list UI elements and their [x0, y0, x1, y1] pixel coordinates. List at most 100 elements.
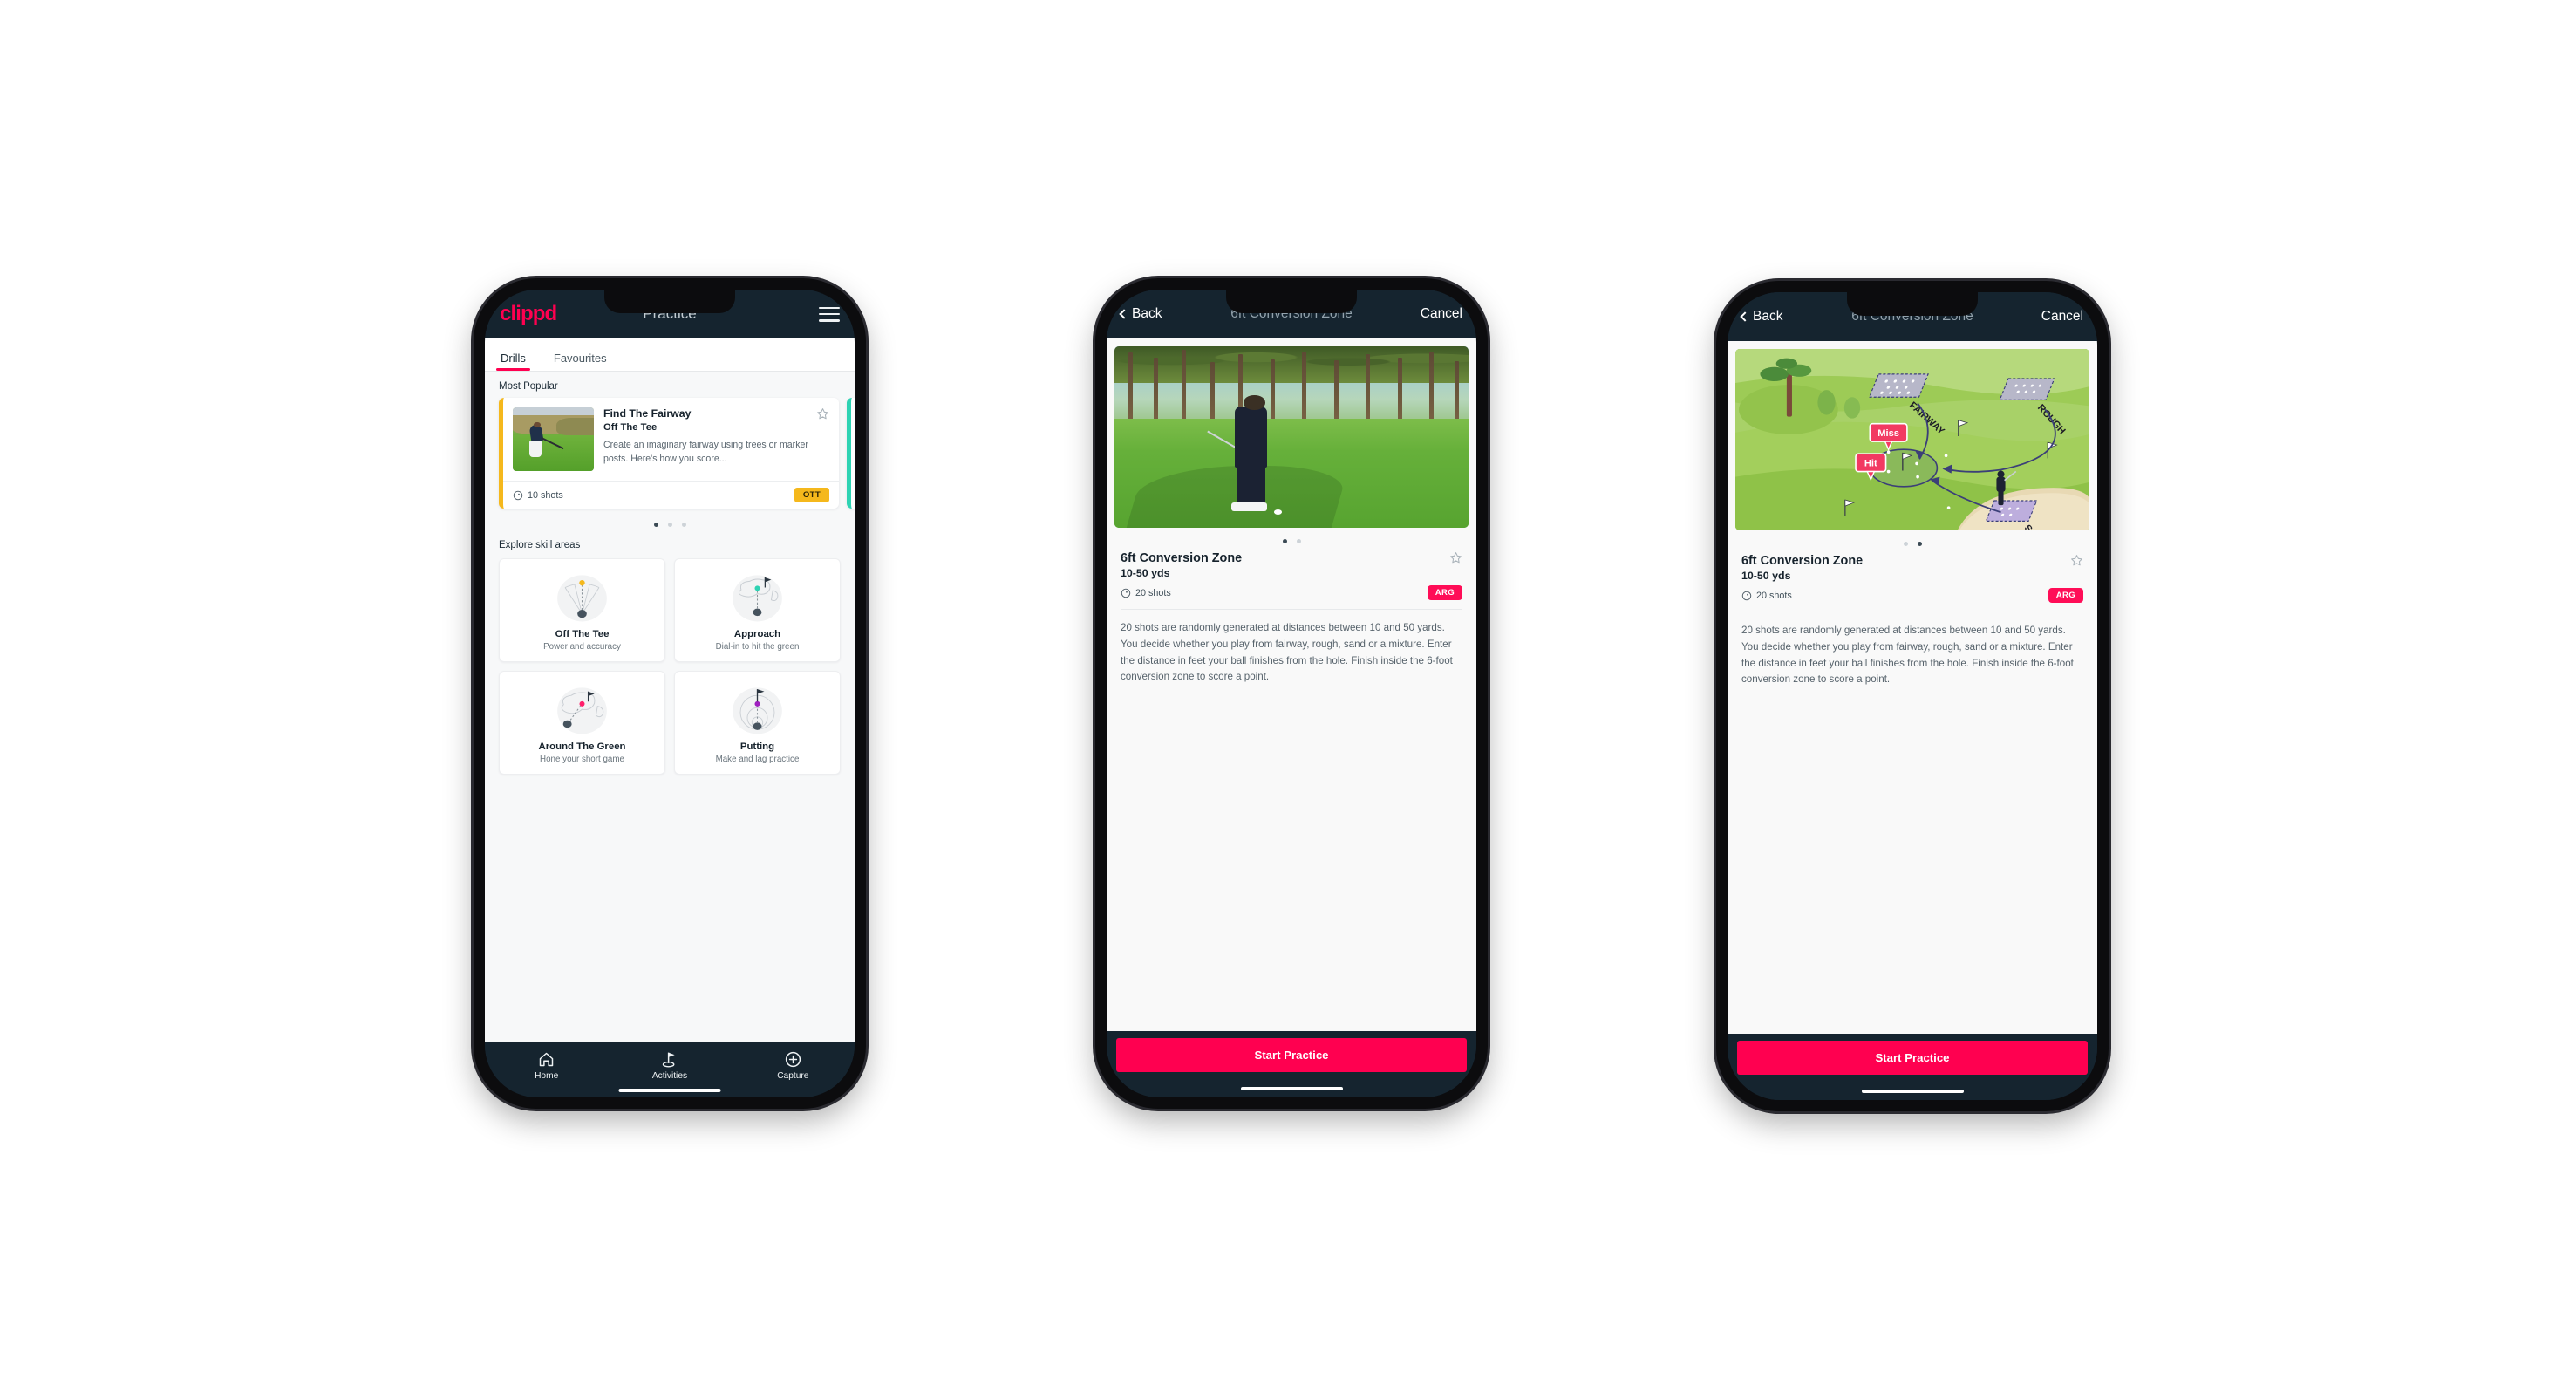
star-outline-icon[interactable] — [816, 407, 829, 420]
device-notch — [604, 290, 735, 313]
star-outline-icon[interactable] — [2070, 554, 2083, 567]
drill-description: Create an imaginary fairway using trees … — [603, 440, 808, 464]
cancel-button[interactable]: Cancel — [2041, 309, 2083, 325]
detail-meta: 6ft Conversion Zone 10-50 yds 20 shots A… — [1728, 554, 2097, 603]
around-green-icon — [557, 687, 607, 734]
skill-name: Off The Tee — [555, 629, 610, 639]
detail-title: 6ft Conversion Zone — [1741, 554, 1864, 568]
pager-dot-2[interactable] — [667, 523, 672, 527]
pager-dot-2[interactable] — [1917, 542, 1922, 546]
nav-label: Activities — [651, 1071, 688, 1081]
skill-areas-heading: Explore skill areas — [499, 540, 581, 550]
pager-dot-1[interactable] — [1282, 539, 1287, 543]
skill-desc: Dial-in to hit the green — [715, 642, 800, 652]
device-notch — [1226, 290, 1357, 313]
cancel-button[interactable]: Cancel — [1421, 306, 1462, 322]
device-notch — [1847, 292, 1978, 316]
skill-areas-grid: Off The Tee Power and accuracy Approach … — [485, 557, 855, 787]
detail-shots-label: 20 shots — [1756, 590, 1792, 601]
drill-name: Find The Fairway — [603, 407, 692, 420]
clippd-logo: clippd — [500, 302, 557, 325]
phone-1-practice-list: clippd Practice Drills Favourites Most P… — [474, 278, 866, 1109]
pager-dot-2[interactable] — [1296, 539, 1301, 543]
svg-text:Hit: Hit — [1864, 458, 1877, 468]
hero-media-illustration[interactable]: FAIRWAY ROUGH Miss Hit — [1735, 349, 2089, 530]
golf-course-diagram: FAIRWAY ROUGH Miss Hit — [1735, 349, 2089, 530]
pager-dot-1[interactable] — [1903, 542, 1908, 546]
shots-target-icon — [513, 490, 523, 500]
phone-1-screen: clippd Practice Drills Favourites Most P… — [485, 290, 855, 1097]
carousel-pager[interactable] — [485, 509, 855, 530]
chevron-left-icon — [1740, 311, 1750, 322]
drill-shots: 10 shots — [513, 490, 563, 501]
bottom-navigation: Home Activities Capture — [485, 1042, 855, 1097]
detail-shots-row: 20 shots ARG — [1121, 585, 1462, 600]
pager-dot-1[interactable] — [653, 523, 658, 527]
skill-name: Around The Green — [538, 741, 626, 752]
skill-name: Approach — [733, 629, 781, 639]
detail-description: 20 shots are randomly generated at dista… — [1121, 622, 1453, 683]
home-icon — [539, 1052, 554, 1067]
cta-container: Start Practice — [1728, 1034, 2097, 1083]
detail-description: 20 shots are randomly generated at dista… — [1741, 625, 2074, 686]
cta-container: Start Practice — [1107, 1031, 1476, 1080]
drill-skill: Off The Tee — [603, 422, 658, 434]
back-label: Back — [1753, 309, 1783, 324]
back-button[interactable]: Back — [1740, 309, 1783, 325]
pager-dot-3[interactable] — [681, 523, 686, 527]
putting-rings-icon — [733, 687, 782, 734]
skill-desc: Power and accuracy — [543, 642, 621, 652]
skill-name: Putting — [739, 741, 775, 752]
tab-bar: Drills Favourites — [485, 338, 855, 372]
drill-shots-label: 10 shots — [528, 489, 563, 501]
skill-desc: Make and lag practice — [715, 755, 800, 764]
nav-label: Home — [535, 1071, 559, 1081]
hero-media-photo[interactable] — [1114, 346, 1469, 528]
home-indicator — [1728, 1083, 2097, 1100]
screenshot-canvas: clippd Practice Drills Favourites Most P… — [0, 0, 2576, 1387]
shots-target-icon — [1741, 591, 1752, 600]
practice-scroll-area[interactable]: Most Popular Find The Fairway Off The Te… — [485, 372, 855, 1042]
skill-card-putting[interactable]: Putting Make and lag practice — [674, 671, 841, 775]
detail-shots: 20 shots — [1741, 591, 1792, 601]
home-indicator — [1107, 1080, 1476, 1097]
skill-card-around-the-green[interactable]: Around The Green Hone your short game — [499, 671, 665, 775]
detail-content: 6ft Conversion Zone 10-50 yds 20 shots A… — [1107, 338, 1476, 1031]
drill-card-footer: 10 shots OTT — [503, 481, 839, 509]
back-label: Back — [1132, 306, 1162, 321]
detail-yards: 10-50 yds — [1121, 567, 1170, 579]
nav-item-activities[interactable]: Activities — [608, 1050, 731, 1081]
hero-pager[interactable] — [1728, 530, 2097, 554]
drill-thumbnail — [513, 407, 594, 471]
detail-meta: 6ft Conversion Zone 10-50 yds 20 shots A… — [1107, 551, 1476, 600]
start-practice-button[interactable]: Start Practice — [1116, 1038, 1467, 1072]
back-button[interactable]: Back — [1119, 306, 1162, 322]
detail-shots-row: 20 shots ARG — [1741, 588, 2083, 603]
most-popular-heading: Most Popular — [499, 381, 558, 392]
hamburger-icon[interactable] — [819, 306, 840, 322]
golf-flag-icon — [663, 1052, 676, 1068]
star-outline-icon[interactable] — [1449, 551, 1462, 564]
drill-card-top: Find The Fairway Off The Tee Create an i… — [503, 398, 839, 481]
nav-item-capture[interactable]: Capture — [732, 1050, 855, 1081]
shots-target-icon — [1121, 588, 1131, 598]
skill-card-approach[interactable]: Approach Dial-in to hit the green — [674, 558, 841, 662]
drill-card-peek[interactable] — [847, 398, 855, 509]
nav-item-home[interactable]: Home — [485, 1050, 608, 1081]
tab-drills[interactable]: Drills — [496, 352, 530, 371]
plus-circle-icon — [785, 1051, 801, 1068]
start-practice-button[interactable]: Start Practice — [1737, 1041, 2088, 1075]
detail-badge-arg: ARG — [2048, 588, 2083, 603]
drill-card[interactable]: Find The Fairway Off The Tee Create an i… — [499, 398, 839, 509]
skill-card-off-the-tee[interactable]: Off The Tee Power and accuracy — [499, 558, 665, 662]
phone-2-screen: Back 6ft Conversion Zone Cancel 6ft Conv… — [1107, 290, 1476, 1097]
detail-yards: 10-50 yds — [1741, 570, 1791, 582]
detail-title-row: 6ft Conversion Zone 10-50 yds — [1121, 551, 1462, 579]
approach-green-icon — [733, 575, 782, 622]
hero-pager[interactable] — [1107, 528, 1476, 551]
phone-2-drill-detail-photo: Back 6ft Conversion Zone Cancel 6ft Conv… — [1095, 278, 1488, 1109]
detail-shots: 20 shots — [1121, 588, 1171, 598]
tab-favourites[interactable]: Favourites — [552, 352, 609, 371]
drill-carousel[interactable]: Find The Fairway Off The Tee Create an i… — [485, 398, 855, 509]
detail-badge-arg: ARG — [1427, 585, 1462, 600]
